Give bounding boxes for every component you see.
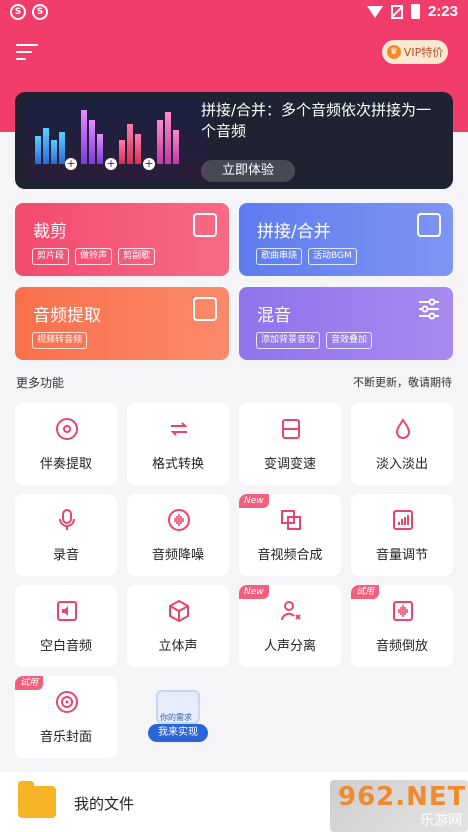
volume-bars-icon — [393, 510, 413, 530]
feature-request-button[interactable]: 你的需求 我来实现 — [148, 686, 208, 744]
music-file-icon — [193, 297, 217, 321]
convert-icon — [170, 422, 188, 436]
tool-music-cover[interactable]: 试用 音乐封面 — [15, 676, 117, 758]
tool-format-convert[interactable]: 格式转换 — [127, 403, 229, 485]
card-extract[interactable]: 音频提取 视频转音频 — [15, 287, 229, 360]
card-mix[interactable]: 混音 添加背景音效 音效叠加 — [239, 287, 453, 360]
trial-badge: 试用 — [351, 585, 380, 599]
card-title: 裁剪 — [33, 222, 67, 242]
tool-record[interactable]: 录音 — [15, 494, 117, 576]
person-remove-icon — [281, 601, 301, 621]
my-files-label: 我的文件 — [74, 795, 135, 813]
tool-label: 伴奏提取 — [39, 457, 92, 472]
wish-button[interactable]: 我来实现 — [148, 724, 208, 742]
notification-icon: S — [32, 4, 48, 20]
tool-label: 淡入淡出 — [375, 457, 428, 472]
vinyl-icon — [56, 691, 78, 713]
wifi-icon — [366, 5, 383, 18]
tool-accompaniment-extract[interactable]: 伴奏提取 — [15, 403, 117, 485]
music-file-icon — [417, 213, 441, 237]
card-title: 拼接/合并 — [257, 222, 331, 242]
tool-label: 变调变速 — [263, 457, 316, 472]
tool-reverse[interactable]: 试用 音频倒放 — [351, 585, 453, 667]
sliders-icon — [417, 297, 441, 321]
tool-pitch-speed[interactable]: 变调变速 — [239, 403, 341, 485]
tool-vocal-separate[interactable]: New 人声分离 — [239, 585, 341, 667]
card-tag: 视频转音频 — [32, 332, 88, 349]
microphone-icon — [59, 509, 75, 530]
card-tag: 音效叠加 — [326, 332, 373, 349]
tool-label: 音视频合成 — [257, 548, 323, 563]
more-features-title: 更多功能 — [16, 376, 65, 390]
notification-icon: S — [10, 4, 26, 20]
tool-stereo[interactable]: 立体声 — [127, 585, 229, 667]
tool-label: 空白音频 — [39, 639, 92, 654]
card-title: 音频提取 — [33, 306, 101, 326]
tool-label: 音频倒放 — [375, 639, 428, 654]
vip-button[interactable]: ♛ VIP特价 — [382, 40, 448, 64]
mute-icon — [57, 601, 77, 621]
tool-av-merge[interactable]: New 音视频合成 — [239, 494, 341, 576]
tool-label: 音乐封面 — [39, 730, 92, 745]
card-tag: 剪副歌 — [118, 248, 156, 265]
tool-label: 立体声 — [158, 639, 198, 654]
vip-label: VIP特价 — [403, 46, 444, 59]
card-tag: 做铃声 — [75, 248, 113, 265]
new-badge: New — [239, 585, 269, 599]
promo-banner[interactable]: + + + 拼接/合并：多个音频依次拼接为一个音频 立即体验 — [15, 92, 453, 189]
tool-label: 格式转换 — [151, 457, 204, 472]
cube-icon — [169, 599, 189, 623]
card-title: 混音 — [257, 306, 291, 326]
card-tag: 活动BGM — [308, 248, 357, 265]
card-tag: 歌曲串烧 — [256, 248, 303, 265]
no-sim-icon — [390, 4, 403, 19]
tool-denoise[interactable]: 音频降噪 — [127, 494, 229, 576]
folder-music-icon — [18, 781, 56, 818]
tool-label: 录音 — [52, 548, 79, 563]
disc-music-icon — [56, 418, 78, 440]
tool-label: 音频降噪 — [151, 548, 204, 563]
crown-icon: ♛ — [386, 45, 401, 59]
trial-badge: 试用 — [15, 676, 44, 690]
crop-icon — [193, 213, 217, 237]
drop-icon — [395, 418, 411, 439]
card-cut[interactable]: 裁剪 剪片段 做铃声 剪副歌 — [15, 203, 229, 276]
tool-blank-audio[interactable]: 空白音频 — [15, 585, 117, 667]
wish-label: 你的需求 — [160, 713, 192, 722]
status-bar: S S 2:23 — [0, 0, 468, 26]
equalizer-illustration: + + + — [25, 100, 207, 180]
pitch-speed-icon — [282, 419, 300, 439]
tool-label: 音量调节 — [375, 548, 428, 563]
card-tag: 添加背景音效 — [256, 332, 321, 349]
card-merge[interactable]: 拼接/合并 歌曲串烧 活动BGM — [239, 203, 453, 276]
overlap-squares-icon — [281, 510, 301, 530]
watermark-logo: 962.NET 乐游网 — [330, 780, 468, 832]
menu-icon[interactable] — [16, 42, 38, 62]
new-badge: New — [239, 494, 269, 508]
reverse-audio-icon — [393, 601, 413, 621]
more-features-note: 不断更新，敬请期待 — [353, 376, 452, 389]
tool-label: 人声分离 — [263, 639, 316, 654]
banner-description: 拼接/合并：多个音频依次拼接为一个音频 — [201, 101, 432, 140]
card-tag: 剪片段 — [32, 248, 70, 265]
watermark-subtext: 乐游网 — [420, 813, 462, 829]
tool-volume[interactable]: 音量调节 — [351, 494, 453, 576]
try-now-button[interactable]: 立即体验 — [201, 160, 295, 182]
battery-icon — [410, 4, 420, 19]
watermark-text: 962.NET — [338, 782, 467, 812]
waveform-circle-icon — [168, 509, 190, 531]
status-time: 2:23 — [427, 3, 458, 20]
tool-fade[interactable]: 淡入淡出 — [351, 403, 453, 485]
